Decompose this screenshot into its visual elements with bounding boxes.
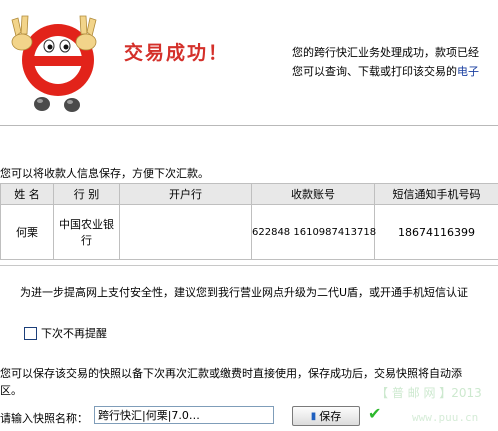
checkbox-box[interactable] [24, 326, 37, 340]
column-header-bank: 行 别 [53, 183, 120, 205]
e-mascot-icon [11, 15, 97, 112]
save-icon: ▮ [310, 410, 317, 422]
electronic-receipt-link[interactable]: 电子 [457, 65, 479, 78]
check-icon: ✔ [368, 404, 382, 423]
snapshot-notice-line1: 您可以保存该交易的快照以备下次再次汇款或缴费时直接使用，保存成功后，交易快照将自… [0, 367, 462, 380]
success-title: 交易成功！ [124, 42, 230, 64]
payee-account: 622848 1610987413718 [251, 204, 376, 260]
success-message-line2-text: 您可以查询、下载或打印该交易的 [292, 65, 457, 78]
save-button-label: 保存 [319, 410, 342, 423]
success-message-line1: 您的跨行快汇业务处理成功，款项已经 [292, 46, 479, 59]
snapshot-name-label: 请输入快照名称： [0, 412, 88, 425]
watermark-url: www.puu.cn [412, 411, 479, 424]
payee-info-table: 姓 名 行 别 开户行 收款账号 短信通知手机号码 何栗 中国农业银行 6228… [0, 183, 498, 260]
payee-branch [119, 204, 252, 260]
table-header-row: 姓 名 行 别 开户行 收款账号 短信通知手机号码 [0, 183, 498, 205]
column-header-name: 姓 名 [0, 183, 54, 205]
no-remind-checkbox[interactable]: 下次不再提醒 [24, 326, 107, 340]
snapshot-name-input[interactable] [94, 406, 274, 424]
divider [0, 125, 498, 126]
success-message-line2: 您可以查询、下载或打印该交易的电子 [292, 63, 479, 79]
payee-bank: 中国农业银行 [53, 204, 120, 260]
divider [0, 265, 498, 266]
save-snapshot-button[interactable]: ▮ 保存 [292, 406, 360, 426]
save-payee-hint: 您可以将收款人信息保存，方便下次汇款。 [0, 167, 209, 180]
no-remind-label: 下次不再提醒 [41, 327, 107, 340]
column-header-phone: 短信通知手机号码 [374, 183, 498, 205]
security-notice: 为进一步提高网上支付安全性，建议您到我行营业网点升级为二代U盾，或开通手机短信认… [20, 286, 469, 299]
table-row: 何栗 中国农业银行 622848 1610987413718 186741163… [0, 204, 498, 260]
column-header-branch: 开户行 [119, 183, 252, 205]
snapshot-notice-line2: 区。 [0, 384, 22, 397]
payee-name: 何栗 [0, 204, 54, 260]
payee-phone: 18674116399 [374, 204, 498, 260]
column-header-account: 收款账号 [251, 183, 375, 205]
header-banner: 交易成功！ 您的跨行快汇业务处理成功，款项已经 您可以查询、下载或打印该交易的电… [0, 0, 498, 118]
watermark-text: 【 普 邮 网 】2013 [376, 386, 482, 400]
